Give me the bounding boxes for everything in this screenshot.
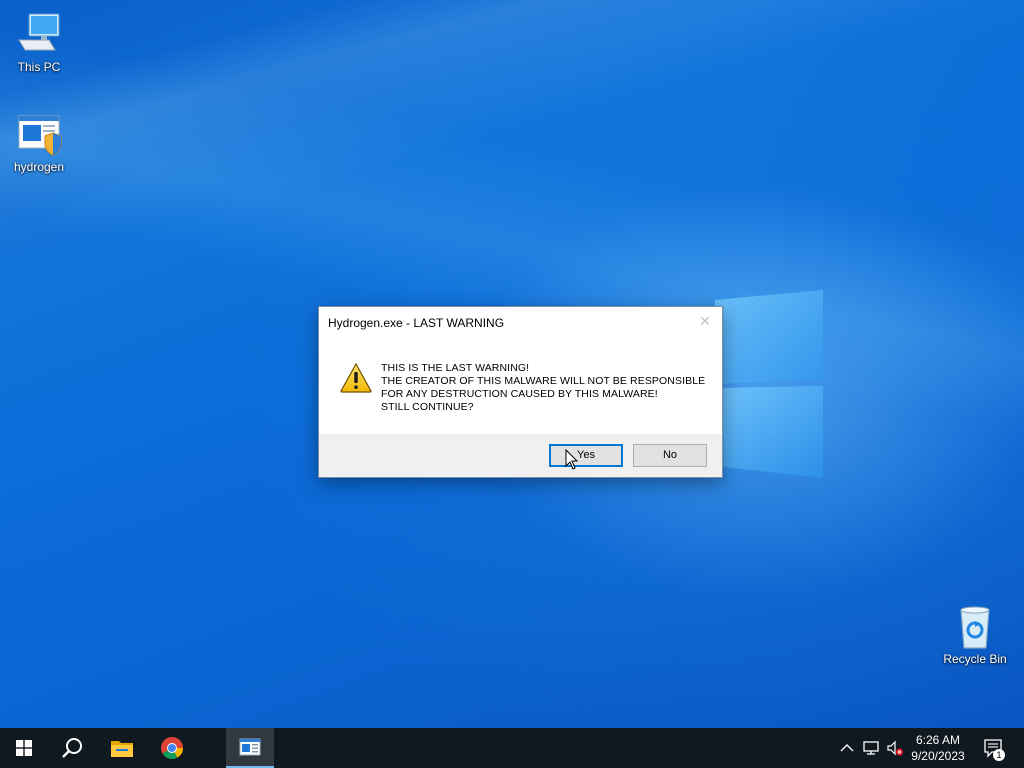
desktop-icon-label: Recycle Bin bbox=[943, 652, 1007, 666]
yes-button[interactable]: Yes bbox=[549, 444, 623, 467]
dialog-title: Hydrogen.exe - LAST WARNING bbox=[328, 316, 505, 330]
desktop-icon-hydrogen[interactable]: hydrogen bbox=[1, 110, 77, 174]
computer-icon bbox=[18, 13, 60, 51]
start-button[interactable] bbox=[0, 728, 48, 768]
message-line: STILL CONTINUE? bbox=[381, 401, 474, 413]
chevron-up-icon[interactable] bbox=[838, 739, 856, 757]
file-explorer-icon bbox=[111, 741, 133, 757]
warning-icon bbox=[340, 363, 372, 393]
volume-muted-icon[interactable] bbox=[886, 739, 904, 757]
close-icon[interactable]: ✕ bbox=[694, 311, 716, 333]
file-explorer-button[interactable] bbox=[98, 728, 146, 768]
dialog-button-bar: Yes No bbox=[319, 434, 722, 477]
network-icon[interactable] bbox=[862, 739, 880, 757]
search-icon bbox=[62, 738, 82, 758]
warning-dialog: Hydrogen.exe - LAST WARNING ✕ THIS IS TH… bbox=[318, 306, 723, 478]
message-line: FOR ANY DESTRUCTION CAUSED BY THIS MALWA… bbox=[381, 388, 658, 400]
mouse-cursor-icon bbox=[565, 449, 579, 470]
chrome-button[interactable] bbox=[148, 728, 196, 768]
clock-date: 9/20/2023 bbox=[911, 749, 965, 763]
shield-exe-icon bbox=[18, 115, 62, 156]
desktop-icon-label: hydrogen bbox=[13, 160, 65, 174]
recycle-bin-icon bbox=[960, 606, 990, 649]
notification-count-badge: 1 bbox=[993, 749, 1005, 761]
desktop-icon-label: This PC bbox=[17, 60, 61, 74]
search-button[interactable] bbox=[48, 728, 96, 768]
system-clock[interactable]: 6:26 AM 9/20/2023 bbox=[906, 732, 970, 764]
message-line: THE CREATOR OF THIS MALWARE WILL NOT BE … bbox=[381, 375, 706, 387]
windows-wallpaper-logo bbox=[705, 288, 825, 480]
hydrogen-taskbar-button[interactable] bbox=[226, 728, 274, 768]
dialog-message: THIS IS THE LAST WARNING! THE CREATOR OF… bbox=[381, 362, 711, 414]
message-line: THIS IS THE LAST WARNING! bbox=[381, 362, 530, 374]
hydrogen-app-icon bbox=[239, 738, 261, 756]
chrome-icon bbox=[161, 737, 183, 759]
clock-time: 6:26 AM bbox=[915, 733, 961, 747]
start-icon bbox=[16, 740, 32, 756]
desktop-icon-recycle-bin[interactable]: Recycle Bin bbox=[937, 602, 1013, 666]
taskbar: 6:26 AM 9/20/2023 bbox=[0, 728, 1024, 768]
no-button[interactable]: No bbox=[633, 444, 707, 467]
desktop-icon-this-pc[interactable]: This PC bbox=[1, 10, 77, 74]
